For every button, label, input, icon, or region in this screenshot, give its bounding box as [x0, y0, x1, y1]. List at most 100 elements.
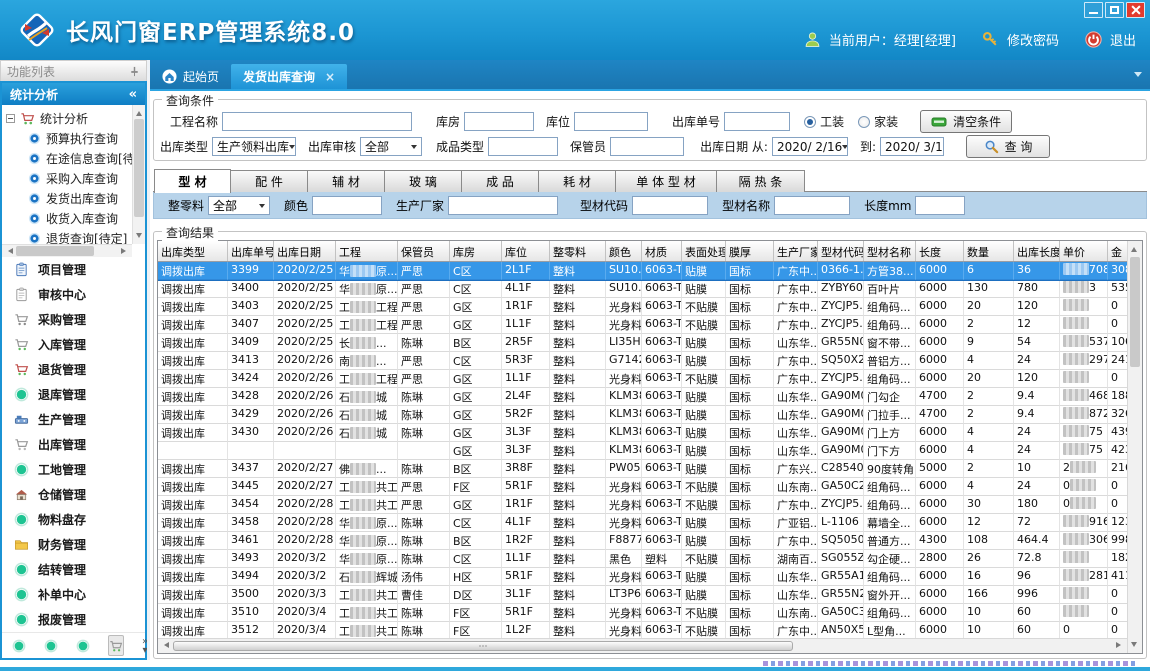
material-tab[interactable]: 玻 璃: [385, 170, 462, 192]
material-tab[interactable]: 配 件: [231, 170, 308, 192]
material-tab[interactable]: 型 材: [154, 169, 231, 193]
project-name-input[interactable]: [222, 112, 412, 131]
col-no-header[interactable]: 出库单号: [228, 241, 274, 261]
scroll-right-icon[interactable]: [121, 248, 129, 254]
table-row[interactable]: 调拨出库34302020/2/26石城陈琳G区3L3F整料KLM38176063…: [158, 424, 1127, 442]
col-outlen-header[interactable]: 出库长度: [1014, 241, 1060, 261]
table-row[interactable]: 调拨出库34582020/2/28华原...陈琳C区4L1F整料光身料6063-…: [158, 514, 1127, 532]
dot-icon[interactable]: [76, 639, 90, 653]
material-tab[interactable]: 成 品: [462, 170, 539, 192]
material-tab[interactable]: 隔 热 条: [717, 170, 805, 192]
sidebar-item[interactable]: 工地管理: [2, 457, 145, 482]
sidebar-item[interactable]: 入库管理: [2, 332, 145, 357]
tree-vertical-scrollbar[interactable]: [132, 105, 145, 244]
room-input[interactable]: [464, 112, 534, 131]
out-type-combo[interactable]: 生产领料出库: [212, 137, 296, 156]
tree-root-statistics[interactable]: 统计分析: [6, 108, 145, 128]
col-qty-header[interactable]: 数量: [964, 241, 1014, 261]
scroll-up-icon[interactable]: [1131, 244, 1137, 252]
sidebar-item[interactable]: 项目管理: [2, 257, 145, 282]
maximize-button[interactable]: [1105, 2, 1124, 18]
table-row[interactable]: 调拨出库34612020/2/28华原...陈琳B区1R2F整料F8877FT6…: [158, 532, 1127, 550]
table-row[interactable]: 调拨出库34932020/3/2华原...陈琳C区1L1F整料黑色塑料不贴膜国标…: [158, 550, 1127, 568]
sidebar-item[interactable]: 退货管理: [2, 357, 145, 382]
table-row[interactable]: 调拨出库34542020/2/28工共工程严思G区1R1F整料光身料6063-T…: [158, 496, 1127, 514]
scroll-down-icon[interactable]: [1131, 642, 1137, 650]
factory-input[interactable]: [448, 196, 558, 215]
table-row[interactable]: 调拨出库34002020/2/25华原...严思C区4L1F整料SU10...6…: [158, 280, 1127, 298]
scroll-left-icon[interactable]: [161, 642, 169, 648]
scroll-left-icon[interactable]: [5, 248, 13, 254]
table-row[interactable]: 调拨出库34292020/2/26石城陈琳G区5R2F整料KLM38176063…: [158, 406, 1127, 424]
sidebar-item[interactable]: 退库管理: [2, 382, 145, 407]
logout-link[interactable]: 退出: [1110, 30, 1136, 49]
tree-item[interactable]: 收货入库查询: [6, 208, 145, 228]
tree-item[interactable]: 发货出库查询: [6, 188, 145, 208]
radio-jiazhuang[interactable]: 家装: [858, 113, 898, 130]
tree-horizontal-scrollbar[interactable]: [2, 244, 132, 257]
pin-icon[interactable]: [129, 66, 140, 77]
scrollbar-thumb[interactable]: [173, 641, 793, 651]
sidebar-item[interactable]: 财务管理: [2, 532, 145, 557]
sidebar-item[interactable]: 生产管理: [2, 407, 145, 432]
scrollbar-thumb[interactable]: [1130, 257, 1140, 367]
material-tab[interactable]: 单 体 型 材: [616, 170, 717, 192]
table-row[interactable]: 调拨出库35122020/3/4工共工程陈琳F区1L2F整料光身料6063-T5…: [158, 622, 1127, 638]
col-color-header[interactable]: 颜色: [606, 241, 642, 261]
close-tab-icon[interactable]: ×: [321, 70, 335, 84]
profile-name-input[interactable]: [774, 196, 850, 215]
tab-active[interactable]: 发货出库查询×: [231, 64, 347, 89]
col-date-header[interactable]: 出库日期: [274, 241, 336, 261]
table-row[interactable]: 调拨出库34032020/2/25工工程严思G区1R1F整料光身料6063-T5…: [158, 298, 1127, 316]
table-row[interactable]: 调拨出库34072020/2/25工工程严思G区1L1F整料光身料6063-T5…: [158, 316, 1127, 334]
table-row[interactable]: 调拨出库33992020/2/25华原...严思C区2L1F整料SU10...6…: [158, 262, 1127, 280]
table-row[interactable]: 调拨出库34242020/2/26工工程严思G区1L1F整料光身料6063-T5…: [158, 370, 1127, 388]
tree-item[interactable]: 预算执行查询: [6, 128, 145, 148]
profile-code-input[interactable]: [632, 196, 708, 215]
cart-toolbar-button[interactable]: [108, 635, 124, 656]
color-input[interactable]: [312, 196, 382, 215]
col-name-header[interactable]: 型材名称: [864, 241, 916, 261]
col-mat-header[interactable]: 材质: [642, 241, 682, 261]
table-row[interactable]: 调拨出库34282020/2/26石城陈琳G区2L4F整料KLM38176063…: [158, 388, 1127, 406]
clear-conditions-button[interactable]: 清空条件: [920, 110, 1012, 133]
group-header-statistics[interactable]: 统计分析 «: [2, 83, 145, 105]
sidebar-item[interactable]: 报废管理: [2, 607, 145, 632]
keeper-input[interactable]: [610, 137, 684, 156]
table-row[interactable]: 调拨出库34942020/3/2石辉城汤伟H区5R1F整料光身料6063-T5贴…: [158, 568, 1127, 586]
table-row[interactable]: 调拨出库34132020/2/26南...严思C区5R3F整料G71422606…: [158, 352, 1127, 370]
expander-icon[interactable]: [6, 114, 15, 123]
date-from-picker[interactable]: 2020/ 2/16: [772, 137, 848, 156]
search-button[interactable]: 查 询: [966, 135, 1050, 158]
radio-gongzhuang[interactable]: 工装: [804, 113, 844, 130]
minimize-button[interactable]: [1084, 2, 1103, 18]
tree-item[interactable]: 在途信息查询[待: [6, 148, 145, 168]
sidebar-item[interactable]: 仓储管理: [2, 482, 145, 507]
tab-list-dropdown-icon[interactable]: [1134, 72, 1142, 81]
grid-horizontal-scrollbar[interactable]: [158, 638, 1127, 653]
material-tab[interactable]: 耗 材: [539, 170, 616, 192]
col-type-header[interactable]: 出库类型: [158, 241, 228, 261]
col-room-header[interactable]: 库房: [450, 241, 502, 261]
length-input[interactable]: [915, 196, 965, 215]
sidebar-item[interactable]: 补单中心: [2, 582, 145, 607]
table-row[interactable]: G区3L3F整料KLM38176063-T5贴膜国标山东华...GA90M09.…: [158, 442, 1127, 460]
scrollbar-thumb[interactable]: [134, 119, 144, 217]
grid-vertical-scrollbar[interactable]: [1127, 241, 1142, 653]
sidebar-item[interactable]: 物料盘存: [2, 507, 145, 532]
sidebar-item[interactable]: 审核中心: [2, 282, 145, 307]
scrollbar-thumb[interactable]: [16, 246, 94, 256]
order-no-input[interactable]: [724, 112, 790, 131]
tree-item[interactable]: 采购入库查询: [6, 168, 145, 188]
col-proj-header[interactable]: 工程: [336, 241, 398, 261]
sidebar-item[interactable]: 采购管理: [2, 307, 145, 332]
col-film-header[interactable]: 膜厚: [726, 241, 774, 261]
date-to-picker[interactable]: 2020/ 3/16: [880, 137, 944, 156]
col-whole-header[interactable]: 整零料: [550, 241, 606, 261]
audit-combo[interactable]: 全部: [360, 137, 422, 156]
dot-icon[interactable]: [12, 639, 26, 653]
table-row[interactable]: 调拨出库35102020/3/4工共工程陈琳F区5R1F整料光身料6063-T5…: [158, 604, 1127, 622]
close-button[interactable]: [1126, 2, 1145, 18]
slot-input[interactable]: [574, 112, 648, 131]
table-row[interactable]: 调拨出库34092020/2/25长...陈琳B区2R5F整料LI35HD606…: [158, 334, 1127, 352]
